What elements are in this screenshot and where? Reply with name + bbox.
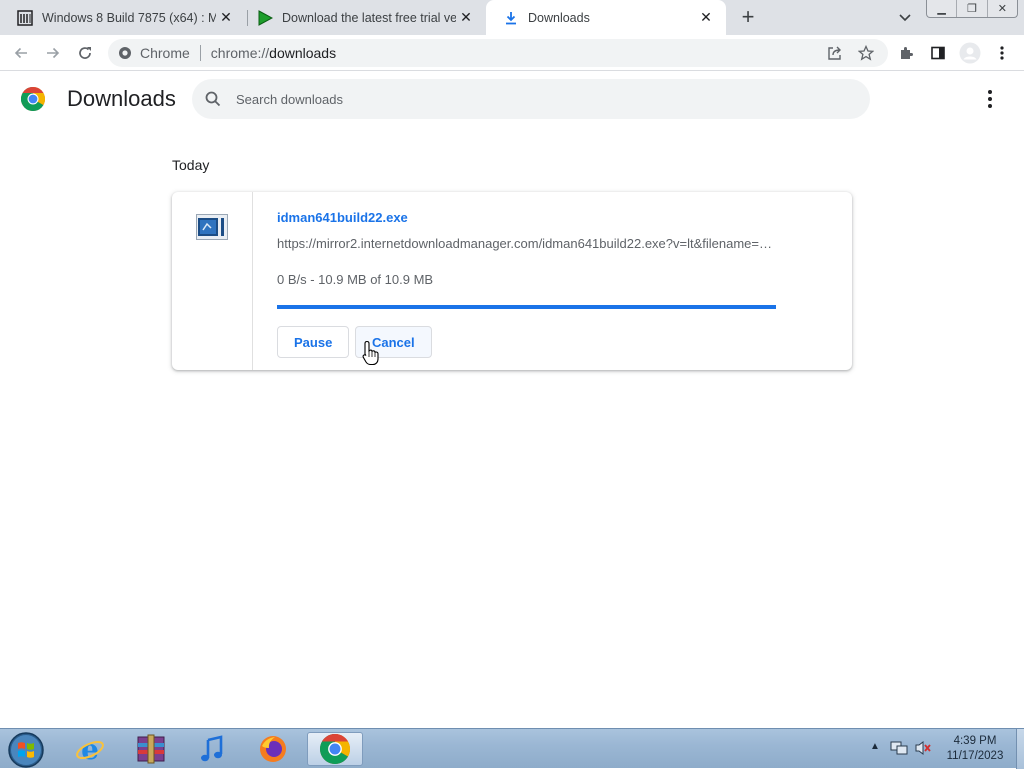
close-window-button[interactable]: ✕ xyxy=(988,0,1017,17)
address-bar[interactable]: Chrome chrome://downloads xyxy=(108,39,888,67)
back-arrow-icon xyxy=(14,47,27,59)
taskbar-winrar[interactable] xyxy=(123,732,179,766)
download-progress-bar xyxy=(277,305,776,309)
downloads-header: Downloads xyxy=(0,71,1024,129)
close-tab-icon[interactable]: ✕ xyxy=(216,8,236,28)
network-icon[interactable] xyxy=(890,740,908,756)
site-chip-label: Chrome xyxy=(140,45,190,61)
reload-button[interactable] xyxy=(72,40,98,66)
archive-icon xyxy=(16,9,34,27)
minimize-button[interactable]: ▁ xyxy=(927,0,958,17)
windows-orb-icon xyxy=(8,732,44,768)
file-icon-column xyxy=(172,192,253,370)
new-tab-button[interactable]: + xyxy=(736,4,760,29)
page-title: Downloads xyxy=(67,86,176,111)
download-progress-fill xyxy=(277,305,776,309)
chrome-small-icon xyxy=(119,47,131,59)
taskbar-internet-explorer[interactable]: e xyxy=(62,732,118,766)
show-desktop-button[interactable] xyxy=(1016,729,1024,769)
clock-time: 4:39 PM xyxy=(953,735,997,747)
tab-strip: Windows 8 Build 7875 (x64) : Mic ✕ Downl… xyxy=(0,0,1024,35)
system-clock[interactable]: 4:39 PM 11/17/2023 xyxy=(936,734,1014,764)
download-item-card: idman641build22.exe https://mirror2.inte… xyxy=(172,192,852,370)
forward-button[interactable] xyxy=(40,40,66,66)
itunes-icon xyxy=(201,735,223,762)
chrome-logo-icon xyxy=(21,87,45,111)
share-button[interactable] xyxy=(822,40,848,66)
profile-button[interactable] xyxy=(957,40,983,66)
tab-downloads[interactable]: Downloads ✕ xyxy=(486,0,726,35)
internet-explorer-icon: e xyxy=(76,734,104,764)
exe-file-icon xyxy=(196,214,228,240)
tab-title: Download the latest free trial ver xyxy=(282,10,456,25)
forward-arrow-icon xyxy=(47,47,60,59)
window-controls: ▁ ❐ ✕ xyxy=(926,0,1018,18)
search-input[interactable] xyxy=(236,91,836,107)
windows-taskbar: e ▲ 4:39 PM 11/17/2023 xyxy=(0,728,1024,769)
kebab-menu-icon xyxy=(1000,46,1004,60)
tab-idm-download[interactable]: Download the latest free trial ver ✕ xyxy=(240,0,486,35)
taskbar-chrome[interactable] xyxy=(307,732,363,766)
download-status-text: 0 B/s - 10.9 MB of 10.9 MB xyxy=(277,272,434,287)
more-actions-icon[interactable] xyxy=(980,89,1000,109)
chrome-menu-button[interactable] xyxy=(989,40,1015,66)
puzzle-icon xyxy=(901,47,913,59)
volume-muted-icon[interactable] xyxy=(914,740,932,756)
pause-button[interactable]: Pause xyxy=(277,326,350,358)
site-info-chip[interactable]: Chrome xyxy=(118,45,190,61)
tab-search-chevron-icon[interactable] xyxy=(896,8,914,26)
taskbar-itunes[interactable] xyxy=(184,732,240,766)
show-hidden-icons-icon[interactable]: ▲ xyxy=(870,741,880,752)
extensions-button[interactable] xyxy=(893,40,919,66)
close-tab-icon[interactable]: ✕ xyxy=(456,8,476,28)
share-icon xyxy=(828,46,841,60)
winrar-icon xyxy=(137,734,165,764)
tab-title: Windows 8 Build 7875 (x64) : Mic xyxy=(42,10,216,25)
svg-text:e: e xyxy=(81,734,99,764)
side-panel-icon xyxy=(931,46,945,60)
download-icon xyxy=(502,9,520,27)
back-button[interactable] xyxy=(8,40,34,66)
start-button[interactable] xyxy=(6,731,48,769)
browser-toolbar: Chrome chrome://downloads xyxy=(0,35,1024,71)
download-file-name-link[interactable]: idman641build22.exe xyxy=(277,210,408,225)
close-tab-icon[interactable]: ✕ xyxy=(696,8,716,28)
side-panel-button[interactable] xyxy=(925,40,951,66)
bookmark-button[interactable] xyxy=(853,40,879,66)
chrome-taskbar-icon xyxy=(320,734,350,764)
firefox-icon xyxy=(260,736,286,762)
search-icon xyxy=(205,91,221,107)
tab-title: Downloads xyxy=(528,10,590,25)
date-heading: Today xyxy=(172,157,210,173)
search-downloads-box[interactable] xyxy=(192,79,870,119)
url-text: chrome://downloads xyxy=(210,45,337,61)
download-source-url[interactable]: https://mirror2.internetdownloadmanager.… xyxy=(277,236,777,251)
restore-button[interactable]: ❐ xyxy=(957,0,988,17)
hand-pointer-cursor-icon xyxy=(362,340,379,366)
avatar-icon xyxy=(959,42,981,64)
star-icon xyxy=(858,45,874,61)
clock-date: 11/17/2023 xyxy=(946,750,1004,762)
taskbar-firefox[interactable] xyxy=(245,732,301,766)
omnibox-divider xyxy=(199,45,201,61)
reload-icon xyxy=(79,47,91,59)
idm-play-icon xyxy=(256,9,274,27)
tab-windows8[interactable]: Windows 8 Build 7875 (x64) : Mic ✕ xyxy=(0,0,246,35)
